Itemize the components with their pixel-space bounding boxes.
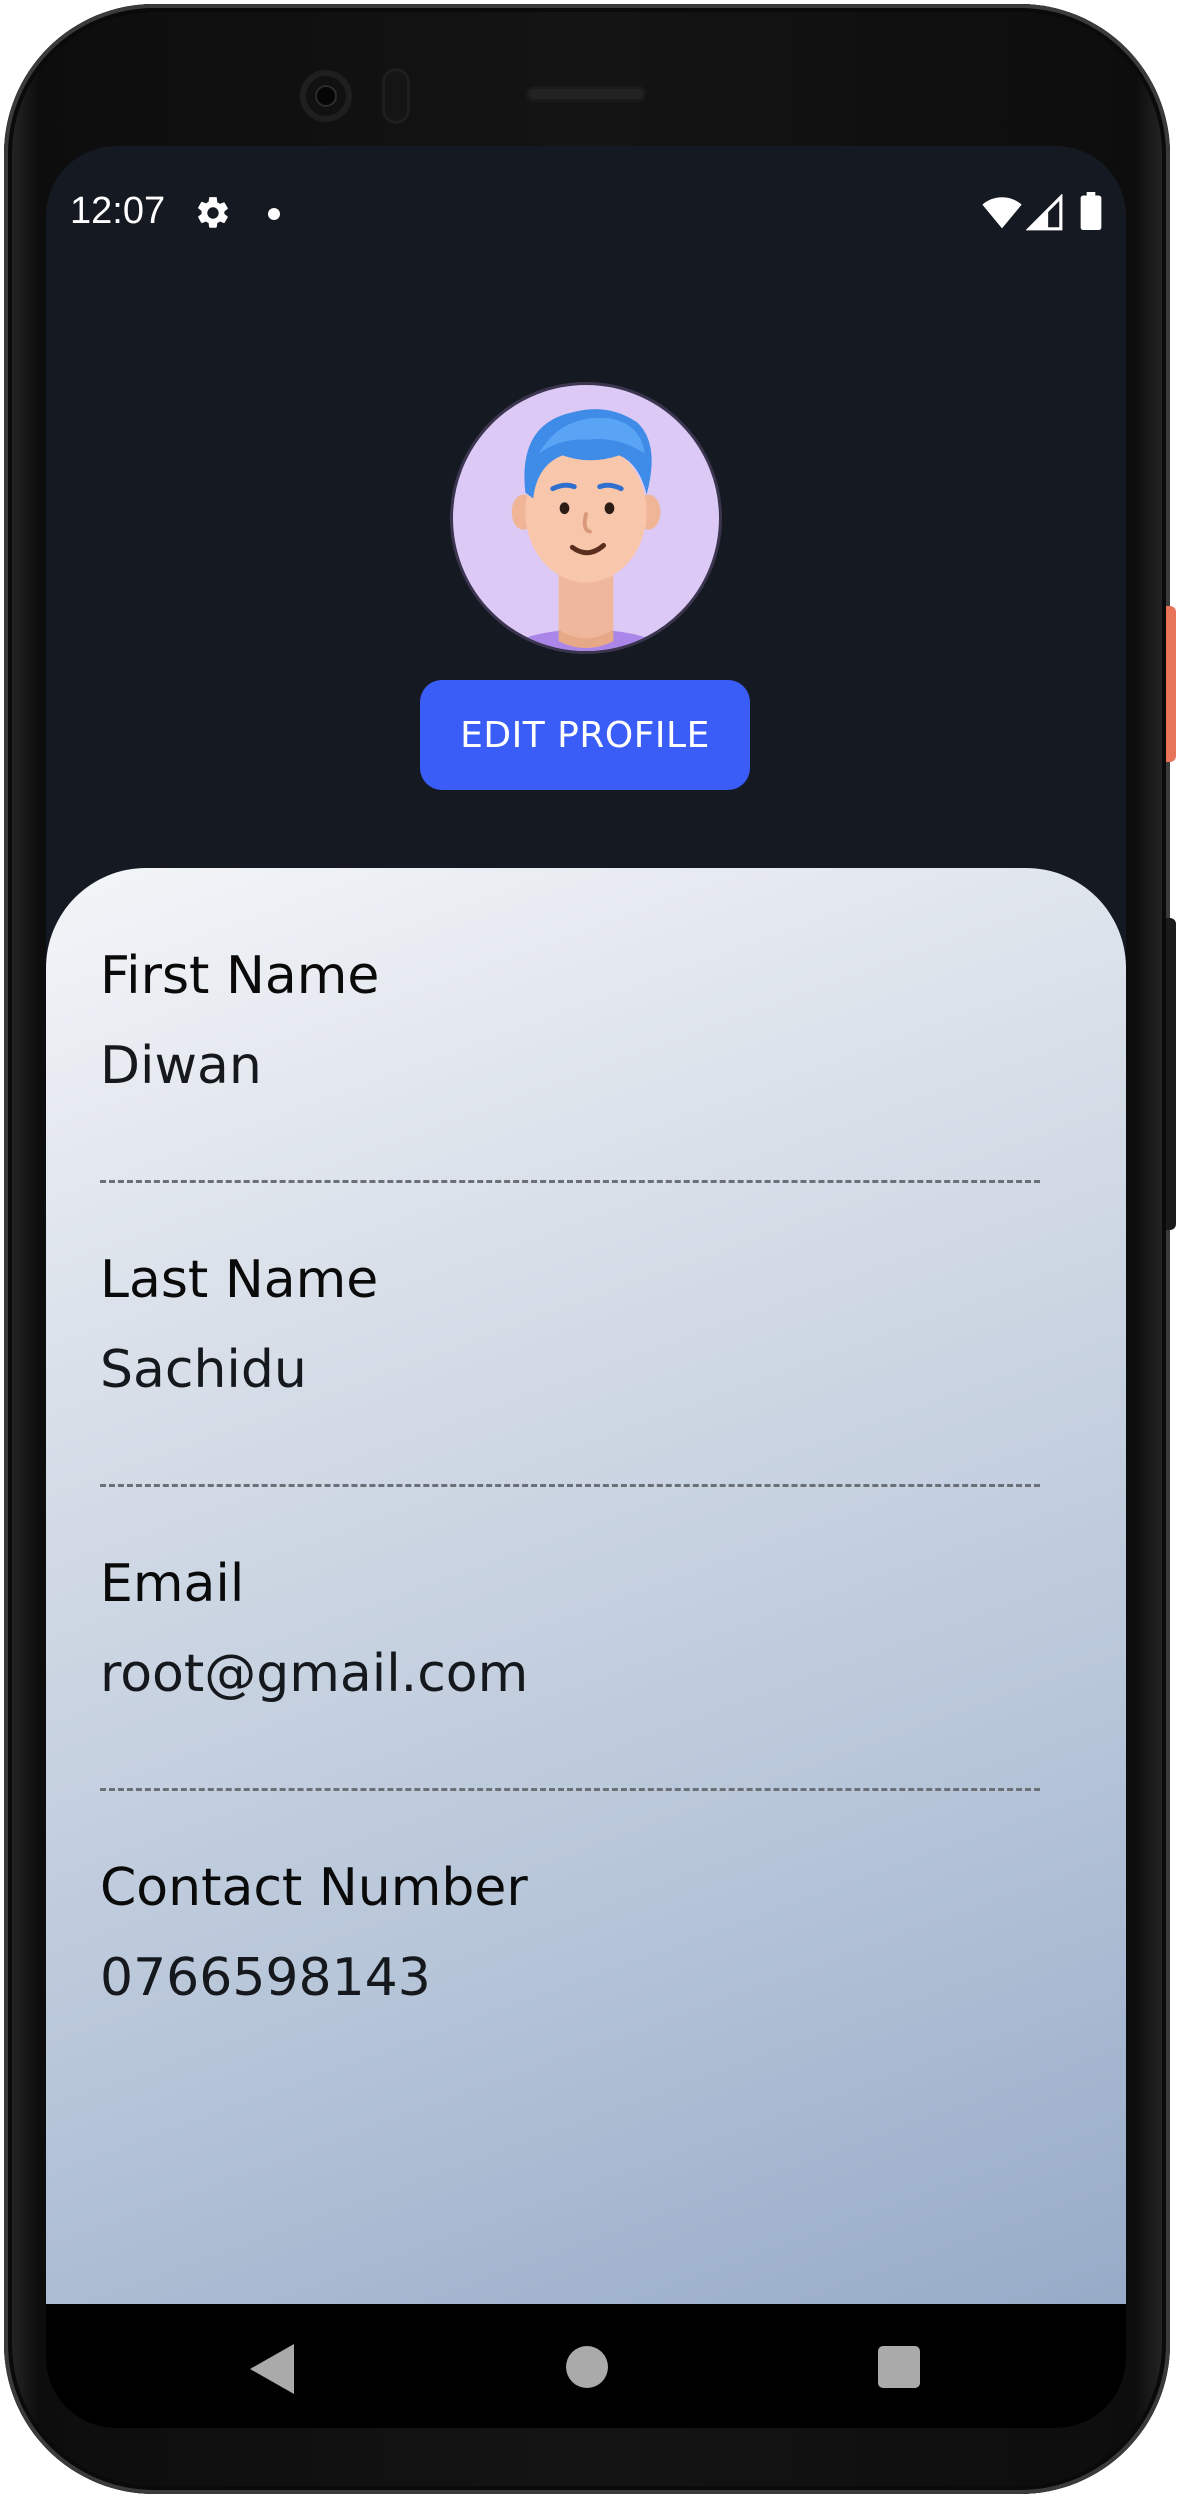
field-label: Last Name [100, 1250, 379, 1310]
divider [100, 1484, 1040, 1487]
battery-icon [1080, 192, 1102, 230]
field-value: Sachidu [100, 1340, 307, 1400]
divider [100, 1788, 1040, 1791]
earpiece-speaker [526, 86, 646, 102]
back-icon[interactable] [250, 2344, 294, 2394]
field-value: Diwan [100, 1036, 262, 1096]
wifi-icon [982, 197, 1022, 229]
proximity-sensor [382, 68, 410, 124]
profile-details-card: First Name Diwan Last Name Sachidu Email… [46, 868, 1126, 2304]
divider [100, 1180, 1040, 1183]
avatar-icon [509, 409, 663, 651]
field-value: 0766598143 [100, 1948, 431, 2008]
volume-button [1166, 918, 1176, 1230]
status-time: 12:07 [70, 190, 166, 232]
email-field: Email root@gmail.com [100, 1552, 1040, 1706]
navigation-bar [46, 2304, 1126, 2428]
gear-icon [198, 197, 228, 228]
first-name-field: First Name Diwan [100, 944, 1040, 1098]
avatar [450, 382, 722, 654]
recents-icon[interactable] [878, 2346, 920, 2388]
contact-number-field: Contact Number 0766598143 [100, 1856, 1040, 2010]
front-camera [300, 70, 352, 122]
screen: 12:07 EDIT PROFILE First Name Diwan Last… [46, 146, 1126, 2428]
field-label: Contact Number [100, 1858, 528, 1918]
field-label: Email [100, 1554, 245, 1614]
field-label: First Name [100, 946, 380, 1006]
last-name-field: Last Name Sachidu [100, 1248, 1040, 1402]
field-value: root@gmail.com [100, 1644, 529, 1704]
home-icon[interactable] [566, 2346, 608, 2388]
power-button [1166, 606, 1176, 762]
status-bar: 12:07 [46, 146, 1126, 286]
edit-profile-button[interactable]: EDIT PROFILE [420, 680, 750, 790]
notification-dot-icon [268, 208, 280, 220]
signal-icon [1026, 194, 1063, 231]
